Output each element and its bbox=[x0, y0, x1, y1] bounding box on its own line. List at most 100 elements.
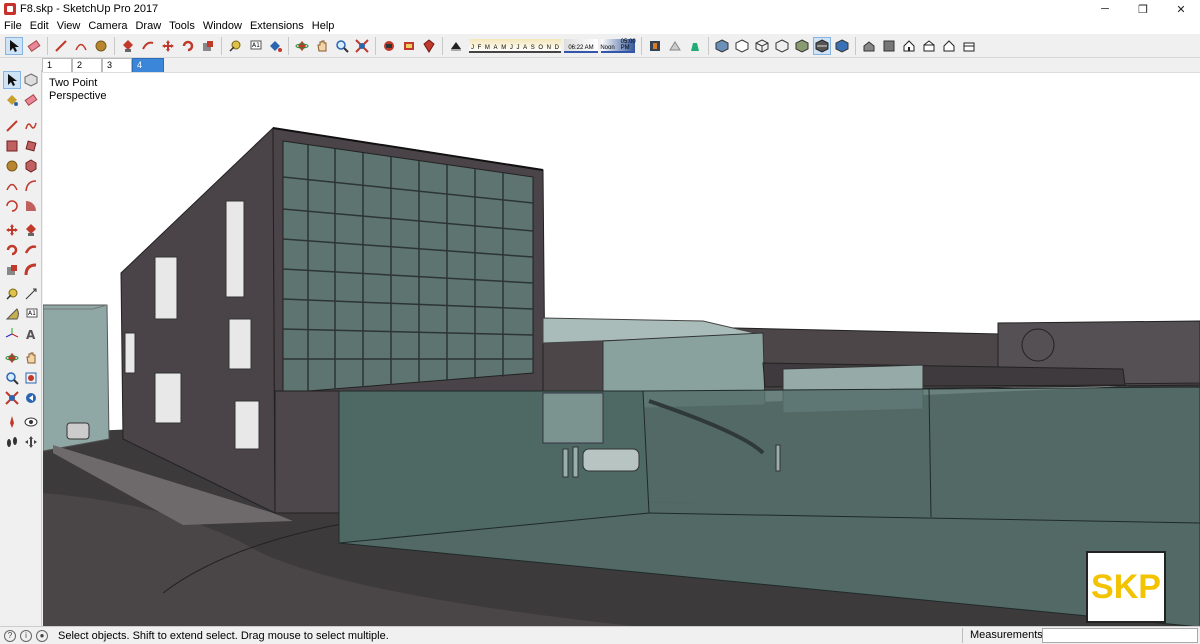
orbit-tool-button[interactable] bbox=[293, 37, 311, 55]
follow-me-button[interactable] bbox=[139, 37, 157, 55]
scene-tab-2[interactable]: 2 bbox=[72, 58, 102, 72]
eraser-tool-button[interactable] bbox=[23, 91, 41, 109]
select-tool-button[interactable] bbox=[3, 71, 21, 89]
polygon-tool-button[interactable] bbox=[23, 157, 41, 175]
menu-draw[interactable]: Draw bbox=[135, 20, 161, 32]
menu-view[interactable]: View bbox=[57, 20, 81, 32]
zoom-window-button[interactable] bbox=[23, 369, 41, 387]
paint-bucket-button[interactable] bbox=[3, 91, 21, 109]
circle-tool-button[interactable] bbox=[3, 157, 21, 175]
menu-edit[interactable]: Edit bbox=[30, 20, 49, 32]
zoom-tool-button[interactable] bbox=[333, 37, 351, 55]
line-tool-button[interactable] bbox=[52, 37, 70, 55]
shadow-time-slider-start[interactable]: 06:22 AM bbox=[564, 38, 598, 53]
model-viewport[interactable]: Two Point Perspective SKP bbox=[43, 72, 1200, 626]
shadow-time-slider-end[interactable]: Noon 05:00 PM bbox=[600, 38, 636, 53]
section-plane-button[interactable] bbox=[23, 433, 41, 451]
shadow-month-slider[interactable]: J F M A M J J A S O N D bbox=[469, 38, 561, 53]
back-edges-button[interactable] bbox=[733, 37, 751, 55]
extension-warehouse-button[interactable] bbox=[400, 37, 418, 55]
menu-extensions[interactable]: Extensions bbox=[250, 20, 304, 32]
menu-window[interactable]: Window bbox=[203, 20, 242, 32]
freehand-tool-button[interactable] bbox=[23, 117, 41, 135]
maximize-button[interactable]: ❐ bbox=[1124, 0, 1162, 18]
geo-location-icon[interactable]: ? bbox=[4, 629, 16, 642]
menu-camera[interactable]: Camera bbox=[88, 20, 127, 32]
right-view-button[interactable] bbox=[920, 37, 938, 55]
rotate-tool-button[interactable] bbox=[3, 241, 21, 259]
axes-tool-button[interactable] bbox=[3, 325, 21, 343]
walk-tool-button[interactable] bbox=[3, 433, 21, 451]
select-tool-button[interactable] bbox=[5, 36, 23, 55]
make-component-button[interactable] bbox=[23, 71, 40, 89]
shaded-textures-button[interactable] bbox=[813, 36, 831, 55]
shaded-button[interactable] bbox=[793, 37, 811, 55]
front-view-button[interactable] bbox=[900, 37, 918, 55]
monochrome-button[interactable] bbox=[833, 37, 851, 55]
arc-tool-button[interactable] bbox=[72, 37, 90, 55]
scene-tab-4[interactable]: 4 bbox=[132, 58, 164, 72]
rotate-tool-button[interactable] bbox=[179, 37, 197, 55]
scene-tab-1[interactable]: 1 bbox=[42, 58, 72, 72]
wireframe-button[interactable] bbox=[753, 37, 771, 55]
section-display-button[interactable] bbox=[686, 37, 704, 55]
section-plane-button[interactable] bbox=[646, 37, 664, 55]
shadows-toggle-button[interactable] bbox=[447, 37, 465, 55]
credits-icon[interactable]: i bbox=[20, 629, 32, 642]
previous-view-button[interactable] bbox=[23, 389, 41, 407]
menu-help[interactable]: Help bbox=[312, 20, 335, 32]
offset-tool-button[interactable] bbox=[23, 261, 41, 279]
follow-me-button[interactable] bbox=[23, 241, 41, 259]
push-pull-button[interactable] bbox=[119, 37, 137, 55]
line-tool-button[interactable] bbox=[3, 117, 21, 135]
minimize-button[interactable]: ─ bbox=[1086, 0, 1124, 18]
textures-icon bbox=[815, 38, 829, 53]
pan-tool-button[interactable] bbox=[23, 349, 41, 367]
dimension-tool-button[interactable] bbox=[23, 285, 41, 303]
xray-style-button[interactable] bbox=[713, 37, 731, 55]
text-tool-button[interactable]: A1 bbox=[246, 37, 264, 55]
three-point-arc-button[interactable] bbox=[3, 197, 21, 215]
left-view-button[interactable] bbox=[960, 37, 978, 55]
shadow-settings: J F M A M J J A S O N D 06:22 AM Noon 05:… bbox=[469, 38, 636, 53]
move-tool-button[interactable] bbox=[159, 37, 177, 55]
paint-bucket-button[interactable] bbox=[266, 37, 284, 55]
tape-measure-button[interactable] bbox=[3, 285, 21, 303]
pan-tool-button[interactable] bbox=[313, 37, 331, 55]
zoom-extents-button[interactable] bbox=[3, 389, 21, 407]
move-tool-button[interactable] bbox=[3, 221, 21, 239]
iso-view-button[interactable] bbox=[860, 37, 878, 55]
back-view-button[interactable] bbox=[940, 37, 958, 55]
text-tool-button[interactable]: A1 bbox=[23, 305, 41, 323]
rotated-rectangle-button[interactable] bbox=[23, 137, 41, 155]
3d-text-button[interactable]: A bbox=[23, 325, 41, 343]
tape-measure-button[interactable] bbox=[226, 37, 244, 55]
top-view-button[interactable] bbox=[880, 37, 898, 55]
scene-tab-3[interactable]: 3 bbox=[102, 58, 132, 72]
eraser-tool-button[interactable] bbox=[25, 37, 43, 55]
scale-tool-button[interactable] bbox=[199, 37, 217, 55]
measurements-input[interactable] bbox=[1042, 628, 1198, 643]
orbit-tool-button[interactable] bbox=[3, 349, 21, 367]
paint-bucket-icon bbox=[270, 40, 282, 52]
close-button[interactable]: ✕ bbox=[1162, 0, 1200, 18]
arc-tool-button[interactable] bbox=[3, 177, 21, 195]
zoom-extents-button[interactable] bbox=[353, 37, 371, 55]
pie-tool-button[interactable] bbox=[23, 197, 41, 215]
hidden-line-button[interactable] bbox=[773, 37, 791, 55]
zoom-tool-button[interactable] bbox=[3, 369, 21, 387]
3d-warehouse-button[interactable] bbox=[380, 37, 398, 55]
two-point-arc-button[interactable] bbox=[23, 177, 41, 195]
shape-tool-button[interactable] bbox=[92, 37, 110, 55]
menu-file[interactable]: File bbox=[4, 20, 22, 32]
protractor-button[interactable] bbox=[3, 305, 21, 323]
position-camera-button[interactable] bbox=[3, 413, 21, 431]
scale-tool-button[interactable] bbox=[3, 261, 21, 279]
rectangle-tool-button[interactable] bbox=[3, 137, 21, 155]
user-sign-in-icon[interactable]: ● bbox=[36, 629, 48, 642]
menu-tools[interactable]: Tools bbox=[169, 20, 195, 32]
push-pull-button[interactable] bbox=[23, 221, 41, 239]
look-around-button[interactable] bbox=[23, 413, 41, 431]
section-fill-button[interactable] bbox=[666, 37, 684, 55]
extension-manager-button[interactable] bbox=[420, 37, 438, 55]
